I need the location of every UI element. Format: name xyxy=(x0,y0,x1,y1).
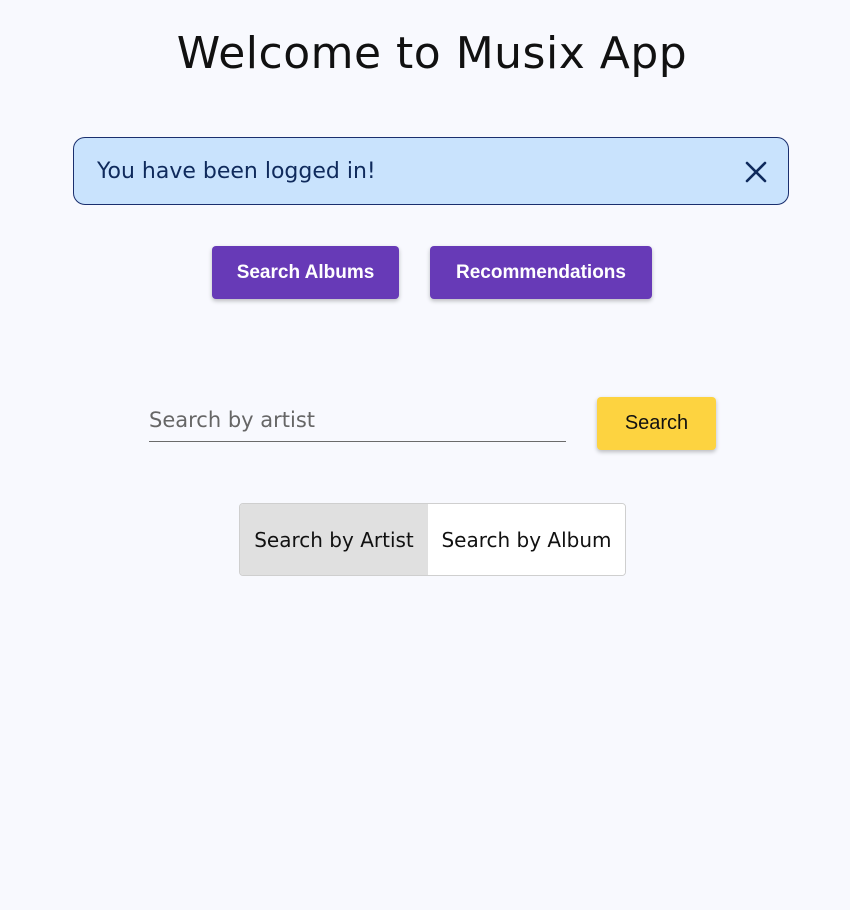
alert-message: You have been logged in! xyxy=(97,159,376,184)
toggle-search-by-album[interactable]: Search by Album xyxy=(428,504,625,575)
login-success-alert: You have been logged in! xyxy=(73,137,789,205)
search-field xyxy=(149,400,566,442)
search-mode-toggle: Search by Artist Search by Album xyxy=(239,503,626,576)
search-input[interactable] xyxy=(149,400,566,440)
search-albums-button[interactable]: Search Albums xyxy=(212,246,399,299)
toggle-search-by-artist[interactable]: Search by Artist xyxy=(240,504,428,575)
recommendations-button[interactable]: Recommendations xyxy=(430,246,652,299)
search-button[interactable]: Search xyxy=(597,397,716,450)
close-icon[interactable] xyxy=(744,160,768,184)
page-title: Welcome to Musix App xyxy=(176,28,688,79)
